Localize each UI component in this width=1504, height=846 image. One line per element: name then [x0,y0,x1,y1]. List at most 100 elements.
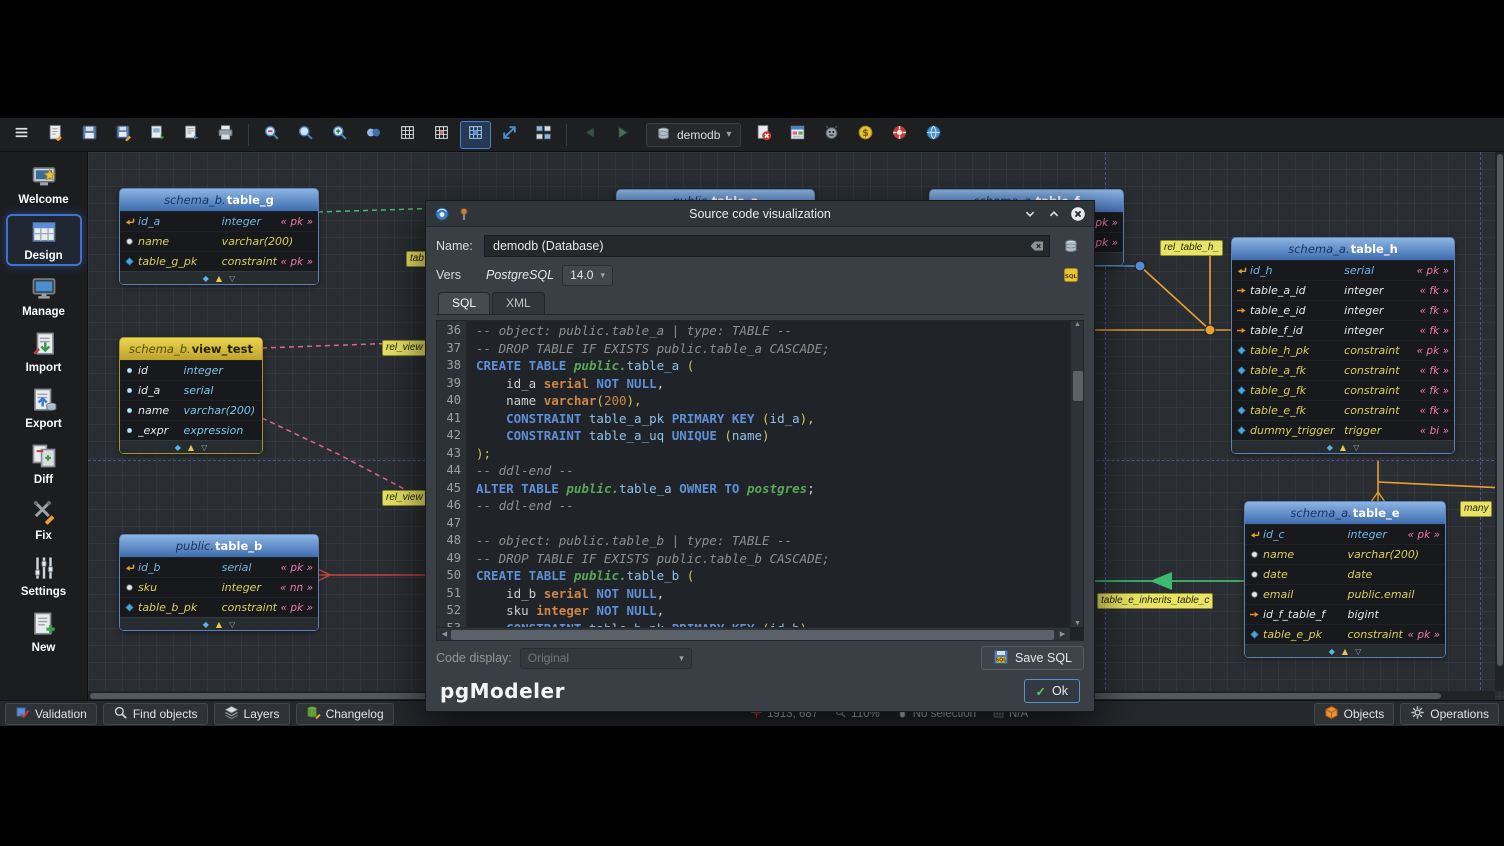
constraints-toggle-icon[interactable]: ◆ [203,620,209,629]
table-row-id_a[interactable]: id_ainteger« pk » [120,211,318,231]
print-button[interactable] [210,121,241,149]
relationship-line[interactable] [262,418,425,500]
support-button[interactable] [884,121,915,149]
relationship-label[interactable]: many [1460,501,1492,517]
forward-button[interactable] [608,121,639,149]
code-editor[interactable]: 363738394041424344454647484950515253 -- … [436,320,1084,641]
menu-button[interactable] [6,121,37,149]
clear-input-icon[interactable] [1029,238,1045,257]
operations-button[interactable]: Operations [1400,703,1499,725]
relationship-label[interactable]: rel_view [382,490,427,506]
table-row-email[interactable]: emailpublic.email [1245,584,1445,604]
save-model-button[interactable] [74,121,105,149]
table-title[interactable]: schema_a.table_e [1245,502,1445,524]
tab-xml[interactable]: XML [492,292,545,314]
expand-icon[interactable]: ▽ [229,620,235,629]
table-row-table_b_pk[interactable]: table_b_pkconstraint« pk » [120,597,318,617]
sidebar-item-welcome[interactable]: Welcome [6,158,82,210]
objects-button[interactable]: Objects [1314,703,1395,725]
db-table-table_h[interactable]: schema_a.table_hid_hserial« pk »table_a_… [1232,238,1454,453]
table-row-date[interactable]: datedate [1245,564,1445,584]
table-row-table_g_fk[interactable]: table_g_fkconstraint« fk » [1232,380,1454,400]
collapse-icon[interactable]: ▲ [1340,443,1346,452]
db-table-table_e[interactable]: schema_a.table_eid_cinteger« pk »namevar… [1245,502,1445,657]
save-as-button[interactable] [108,121,139,149]
table-row-name[interactable]: namevarchar(200) [1245,544,1445,564]
tab-sql[interactable]: SQL [438,292,490,314]
table-row-name[interactable]: namevarchar(200) [120,231,318,251]
expand-icon[interactable]: ▽ [201,443,207,452]
sidebar-item-export[interactable]: Export [6,382,82,434]
table-title[interactable]: schema_b.table_g [120,189,318,211]
table-row-id_b[interactable]: id_bserial« pk » [120,557,318,577]
collapse-icon[interactable]: ▲ [216,274,222,283]
code-hscrollbar[interactable]: ◀▶ [437,627,1070,640]
name-input[interactable] [484,235,1050,257]
save-sql-button[interactable]: SQL Save SQL [981,646,1084,670]
ok-button[interactable]: ✓ Ok [1024,679,1080,703]
expand-icon[interactable]: ▽ [229,274,235,283]
table-row-table_a_fk[interactable]: table_a_fkconstraint« fk » [1232,360,1454,380]
sidebar-item-manage[interactable]: Manage [6,270,82,322]
code-vscrollbar[interactable]: ▲▼ [1070,321,1083,627]
sidebar-item-settings[interactable]: Settings [6,550,82,602]
align-grid-button[interactable] [460,121,491,149]
snap-grid-button[interactable] [426,121,457,149]
sidebar-item-design[interactable]: Design [6,214,82,266]
relationship-label[interactable]: rel_view [382,340,427,356]
relationship-line[interactable] [1378,482,1504,488]
expand-canvas-button[interactable] [494,121,525,149]
db-table-table_g[interactable]: schema_b.table_gid_ainteger« pk »namevar… [120,189,318,284]
sidebar-item-fix[interactable]: Fix [6,494,82,546]
constraints-toggle-icon[interactable]: ◆ [1329,647,1335,656]
layers-button[interactable]: Layers [214,703,290,725]
table-row-table_h_pk[interactable]: table_h_pkconstraint« pk » [1232,340,1454,360]
relationship-line[interactable] [318,569,330,575]
table-row-table_f_id[interactable]: table_f_idinteger« fk » [1232,320,1454,340]
relationship-label[interactable]: rel_table_h_ [1160,240,1223,256]
overview-button[interactable] [528,121,559,149]
connection-point[interactable] [1205,325,1215,335]
constraints-toggle-icon[interactable]: ◆ [203,274,209,283]
validation-button[interactable]: Validation [5,703,97,725]
pin-icon[interactable] [456,206,472,222]
table-row-id[interactable]: idinteger [120,360,262,380]
relationship-label[interactable]: table_e_inherits_table_c [1097,593,1213,609]
collapse-icon[interactable]: ▲ [216,620,222,629]
collapse-icon[interactable]: ▲ [188,443,194,452]
table-row-sku[interactable]: skuinteger« nn » [120,577,318,597]
version-combo[interactable]: 14.0 ▾ [562,265,613,286]
model-fix-button[interactable] [816,121,847,149]
settings-button[interactable] [918,121,949,149]
model-selector[interactable]: demodb▾ [646,123,741,147]
table-title[interactable]: schema_b.view_test [120,338,262,360]
export-image-button[interactable] [142,121,173,149]
zoom-original-button[interactable] [290,121,321,149]
sidebar-item-import[interactable]: Import [6,326,82,378]
metadata-button[interactable] [782,121,813,149]
expand-icon[interactable]: ▽ [1353,443,1359,452]
relationship-line[interactable] [1378,492,1385,502]
relationship-line[interactable] [1371,492,1378,502]
dialog-titlebar[interactable]: Source code visualization [426,201,1094,227]
close-button[interactable] [1070,206,1086,222]
constraints-toggle-icon[interactable]: ◆ [1327,443,1333,452]
find-objects-button[interactable]: Find objects [103,703,208,725]
zoom-in-button[interactable] [324,121,355,149]
constraints-toggle-icon[interactable]: ◆ [175,443,181,452]
db-table-table_b[interactable]: public.table_bid_bserial« pk »skuinteger… [120,535,318,630]
collapse-icon[interactable]: ▲ [1342,647,1348,656]
db-table-view_test[interactable]: schema_b.view_testidintegerid_aserialnam… [120,338,262,453]
database-button[interactable] [1058,234,1084,258]
table-row-id_h[interactable]: id_hserial« pk » [1232,260,1454,280]
table-row-table_e_id[interactable]: table_e_idinteger« fk » [1232,300,1454,320]
table-row-id_a[interactable]: id_aserial [120,380,262,400]
expand-button[interactable] [1046,206,1062,222]
table-row-table_e_pk[interactable]: table_e_pkconstraint« pk » [1245,624,1445,644]
code-display-combo[interactable]: Original ▾ [520,648,692,669]
table-row-table_a_id[interactable]: table_a_idinteger« fk » [1232,280,1454,300]
donate-button[interactable]: $ [850,121,881,149]
relationship-line[interactable] [1140,266,1210,330]
show-grid-button[interactable] [392,121,423,149]
new-model-button[interactable] [40,121,71,149]
